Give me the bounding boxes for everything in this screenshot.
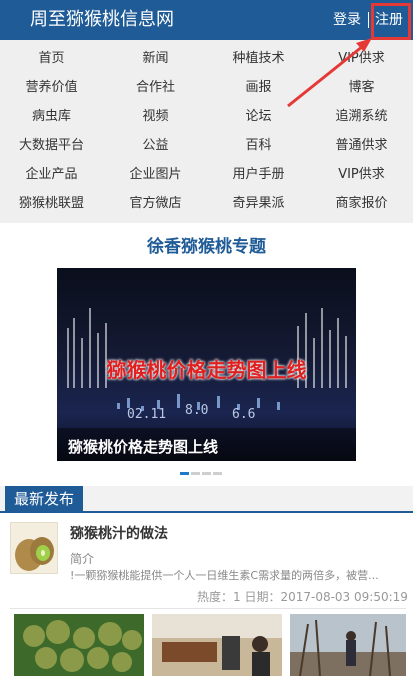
nav-item-blog[interactable]: 博客 [310,73,413,102]
site-title[interactable]: 周至猕猴桃信息网 [30,9,174,31]
main-nav-grid: 首页 新闻 种植技术 VIP供求 营养价值 合作社 画报 博客 病虫库 视频 论… [0,40,413,223]
top-header: 周至猕猴桃信息网 登录 注册 [0,0,413,40]
article-summary-label: 简介 [70,552,95,566]
nav-item-pest-library[interactable]: 病虫库 [0,102,103,131]
article-title[interactable]: 猕猴桃汁的做法 [70,524,168,544]
nav-item-charity[interactable]: 公益 [104,131,207,160]
article-meta: 热度：1 日期：2017-08-03 09:50:19 [197,590,408,604]
svg-text:8.0: 8.0 [185,403,208,418]
nav-item-user-manual[interactable]: 用户手册 [207,160,310,189]
nav-item-nutrition[interactable]: 营养价值 [0,73,103,102]
photo-kiwi-cluster[interactable] [14,614,144,676]
carousel-dot[interactable] [202,472,211,475]
feature-banner[interactable]: 02.11 8.0 6.6 猕猴桃价格走势图上线 [57,268,356,461]
feature-title[interactable]: 徐香猕猴桃专题 [0,236,413,258]
nav-item-enterprise-photos[interactable]: 企业图片 [104,160,207,189]
nav-row: 病虫库 视频 论坛 追溯系统 [0,102,413,131]
carousel-dot[interactable] [191,472,200,475]
photo-orchard[interactable] [290,614,406,676]
carousel-dot[interactable] [180,472,189,475]
nav-item-kiwi-party[interactable]: 奇异果派 [207,189,310,218]
nav-item-video[interactable]: 视频 [104,102,207,131]
nav-item-trace-system[interactable]: 追溯系统 [310,102,413,131]
nav-item-general-supply[interactable]: 普通供求 [310,131,413,160]
nav-row: 首页 新闻 种植技术 VIP供求 [0,44,413,73]
nav-item-forum[interactable]: 论坛 [207,102,310,131]
room-photo-image [152,614,282,676]
nav-item-vip-supply[interactable]: VIP供求 [310,44,413,73]
nav-item-enterprise-products[interactable]: 企业产品 [0,160,103,189]
kiwi-fruit-image [15,537,54,571]
banner-caption[interactable]: 猕猴桃价格走势图上线 [68,436,218,458]
latest-tab[interactable]: 最新发布 [5,486,83,513]
nav-item-news[interactable]: 新闻 [104,44,207,73]
nav-row: 营养价值 合作社 画报 博客 [0,73,413,102]
kiwi-cluster-image [14,614,144,676]
divider [10,608,406,609]
login-link[interactable]: 登录 [333,11,361,29]
nav-item-pictorial[interactable]: 画报 [207,73,310,102]
register-highlight-box [371,3,411,40]
carousel-dot[interactable] [213,472,222,475]
header-divider [368,12,369,28]
nav-item-big-data[interactable]: 大数据平台 [0,131,103,160]
photo-interior[interactable] [152,614,282,676]
svg-text:02.11: 02.11 [127,407,166,422]
svg-text:6.6: 6.6 [232,407,255,422]
article-summary: !一颗猕猴桃能提供一个人一日维生素C需求量的两倍多，被营... [70,569,379,582]
nav-item-vip-supply-2[interactable]: VIP供求 [310,160,413,189]
article-thumbnail[interactable] [10,522,58,574]
nav-row: 大数据平台 公益 百科 普通供求 [0,131,413,160]
nav-item-encyclopedia[interactable]: 百科 [207,131,310,160]
nav-item-home[interactable]: 首页 [0,44,103,73]
nav-item-kiwi-alliance[interactable]: 猕猴桃联盟 [0,189,103,218]
nav-item-merchant-quotes[interactable]: 商家报价 [310,189,413,218]
banner-headline: 猕猴桃价格走势图上线 [106,358,307,382]
nav-item-official-shop[interactable]: 官方微店 [104,189,207,218]
nav-row: 猕猴桃联盟 官方微店 奇异果派 商家报价 [0,189,413,218]
nav-row: 企业产品 企业图片 用户手册 VIP供求 [0,160,413,189]
orchard-photo-image [290,614,406,676]
nav-item-planting[interactable]: 种植技术 [207,44,310,73]
nav-item-coop[interactable]: 合作社 [104,73,207,102]
